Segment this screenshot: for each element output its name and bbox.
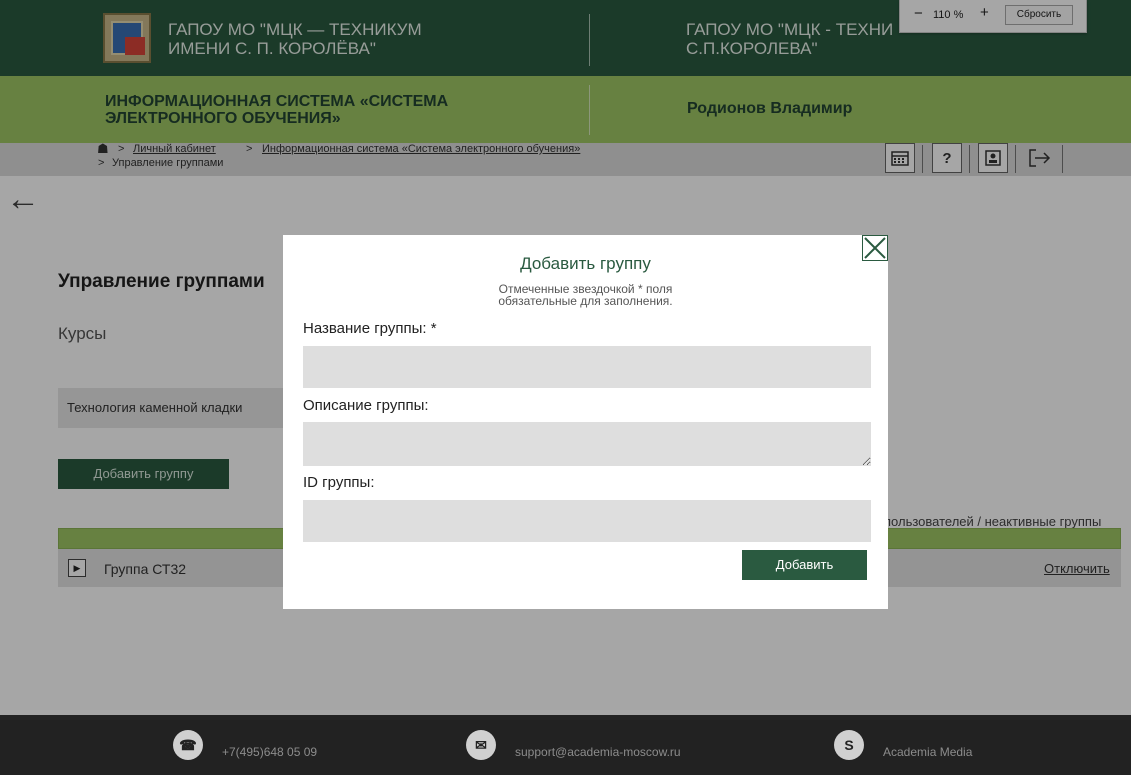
footer-brand[interactable]: Academia Media	[883, 745, 972, 759]
group-description-label: Описание группы:	[303, 397, 429, 414]
footer-email[interactable]: support@academia-moscow.ru	[515, 745, 681, 759]
group-name-input[interactable]	[303, 346, 871, 388]
phone-icon: ☎	[173, 730, 203, 760]
required-note: Отмеченные звездочкой * поля обязательны…	[283, 283, 888, 307]
required-note-line2: обязательные для заполнения.	[498, 294, 673, 308]
group-name-label: Название группы: *	[303, 320, 437, 337]
group-id-input[interactable]	[303, 500, 871, 542]
skype-icon: S	[834, 730, 864, 760]
modal-title: Добавить группу	[520, 254, 651, 273]
footer-phone[interactable]: +7(495)648 05 09	[222, 745, 317, 759]
group-id-label: ID группы:	[303, 474, 375, 491]
group-description-input[interactable]	[303, 422, 871, 466]
mail-icon: ✉	[466, 730, 496, 760]
submit-button[interactable]: Добавить	[742, 550, 867, 580]
